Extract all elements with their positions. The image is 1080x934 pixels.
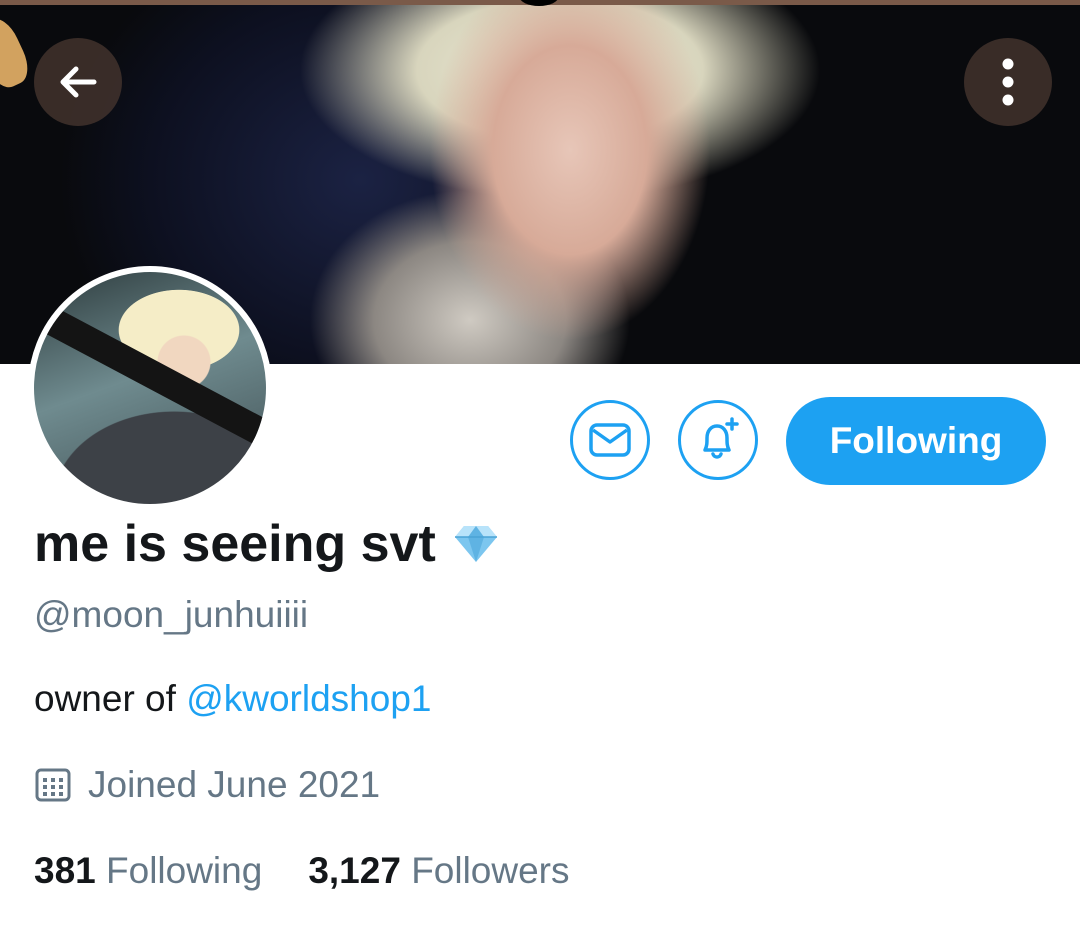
avatar-photo-detail xyxy=(34,303,266,469)
more-options-button[interactable] xyxy=(964,38,1052,126)
joined-date: Joined June 2021 xyxy=(34,764,380,806)
display-name: me is seeing svt xyxy=(34,514,498,574)
calendar-icon xyxy=(35,768,71,802)
profile-stats: 381 Following 3,127 Followers xyxy=(34,850,570,892)
more-vertical-icon xyxy=(1002,58,1014,106)
bio-mention-link[interactable]: @kworldshop1 xyxy=(186,678,431,719)
banner-accent-shape xyxy=(0,12,35,94)
followers-label: Followers xyxy=(411,850,570,891)
message-button[interactable] xyxy=(570,400,650,480)
display-name-text: me is seeing svt xyxy=(34,515,436,573)
back-button[interactable] xyxy=(34,38,122,126)
following-label: Following xyxy=(106,850,263,891)
following-count: 381 xyxy=(34,850,96,891)
followers-stat[interactable]: 3,127 Followers xyxy=(308,850,569,892)
joined-text: Joined June 2021 xyxy=(88,764,381,805)
bio-text: owner of xyxy=(34,678,187,719)
bell-plus-icon xyxy=(703,417,739,459)
mail-icon xyxy=(589,423,631,457)
diamond-icon xyxy=(454,526,497,562)
bio: owner of @kworldshop1 xyxy=(34,678,432,720)
avatar[interactable] xyxy=(28,266,272,510)
user-handle: @moon_junhuiiii xyxy=(34,594,309,635)
following-stat[interactable]: 381 Following xyxy=(34,850,262,892)
camera-notch xyxy=(519,0,559,6)
following-button[interactable]: Following xyxy=(786,397,1046,485)
followers-count: 3,127 xyxy=(308,850,401,891)
notify-button[interactable] xyxy=(678,400,758,480)
arrow-left-icon xyxy=(60,66,97,98)
